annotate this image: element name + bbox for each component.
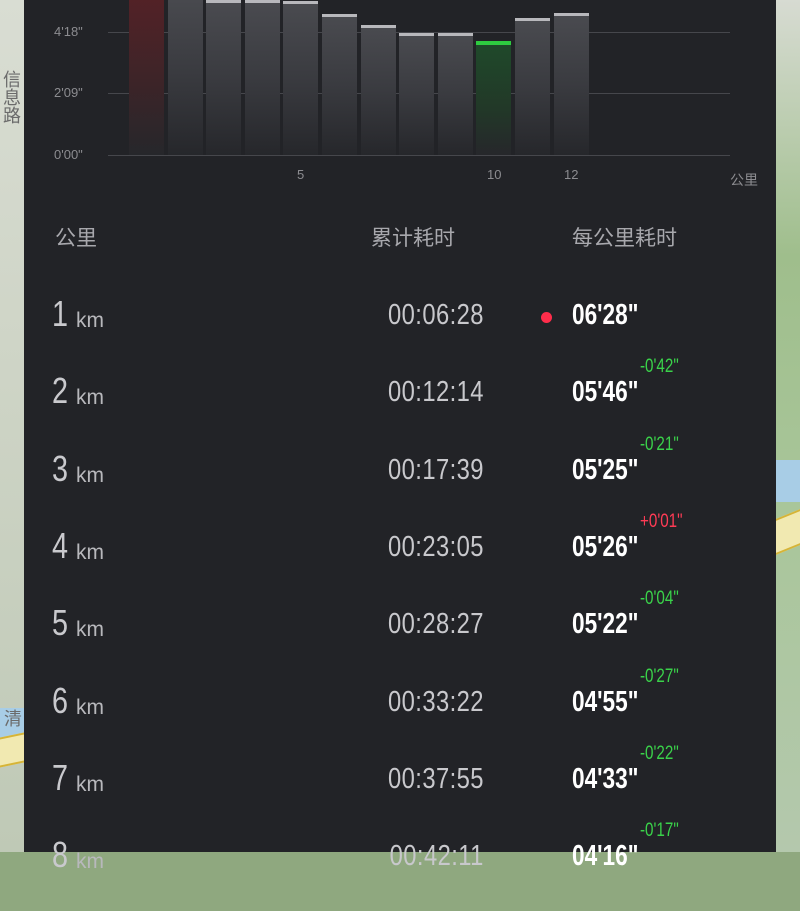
cumulative-time: 00:33:22: [388, 685, 484, 718]
pace-bar-cap: [515, 17, 550, 21]
pace-bar-km-10: [476, 40, 512, 155]
x-axis-unit: 公里: [730, 173, 758, 189]
km-unit: km: [76, 850, 104, 874]
x-axis-line: [108, 155, 730, 156]
cumulative-time: 00:42:11: [389, 840, 484, 873]
header-pace: 每公里耗时: [572, 226, 677, 250]
y-tick-label: 2'09": [54, 85, 83, 100]
slowest-indicator-dot: [541, 312, 552, 323]
pace-bar-cap: [283, 1, 319, 5]
km-pace: 05'46": [572, 376, 639, 409]
pace-bar-cap: [206, 0, 242, 4]
km-pace: 04'55": [572, 685, 639, 718]
pace-difference: -0'21": [640, 433, 679, 455]
km-pace: 05'26": [572, 530, 639, 563]
km-pace: 04'33": [572, 762, 639, 795]
pace-bar-cap: [399, 32, 435, 36]
pace-bar-km-3: [206, 0, 242, 155]
map-water-label: 清: [4, 709, 22, 730]
pace-bar-cap: [322, 14, 357, 18]
km-unit: km: [76, 540, 104, 564]
pace-difference: -0'22": [640, 742, 679, 764]
cumulative-time: 00:17:39: [388, 453, 484, 486]
map-right-strip: [776, 0, 800, 852]
pace-difference: -0'17": [640, 820, 679, 842]
km-number: 2: [52, 370, 69, 412]
pace-bar-cap: [437, 32, 473, 36]
x-tick-label: 5: [297, 167, 305, 182]
x-tick-label: 12: [564, 167, 579, 182]
pace-bar-km-8: [399, 32, 435, 155]
km-number: 1: [52, 293, 69, 334]
y-tick-label: 4'18": [54, 24, 83, 39]
pace-difference: -0'04": [640, 588, 679, 610]
pace-difference: -0'42": [640, 356, 679, 378]
km-unit: km: [76, 772, 104, 796]
cumulative-time: 00:06:28: [388, 299, 484, 331]
pace-bar-cap: [553, 12, 589, 16]
km-unit: km: [76, 695, 104, 719]
cumulative-time: 00:37:55: [388, 762, 484, 795]
km-pace: 06'28": [572, 299, 639, 331]
pace-bar-km-1: [129, 0, 164, 155]
pace-bar-km-11: [515, 17, 550, 155]
km-number: 4: [52, 524, 69, 566]
km-pace: 05'22": [572, 608, 639, 641]
pace-bar-chart: 4'18" 2'09" 0'00" 5 10 12 公里: [24, 0, 776, 200]
pace-bar-cap: [360, 24, 396, 28]
km-unit: km: [76, 309, 104, 332]
km-unit: km: [76, 618, 104, 642]
pace-difference: +0'01": [640, 510, 683, 532]
km-pace: 05'25": [572, 453, 639, 486]
pace-panel[interactable]: 4'18" 2'09" 0'00" 5 10 12 公里 公里 累计耗时 每公里…: [24, 0, 776, 875]
pace-bar-km-4: [244, 0, 280, 155]
pace-bar-cap: [244, 0, 280, 3]
cumulative-time: 00:28:27: [388, 608, 484, 641]
cumulative-time: 00:23:05: [388, 530, 484, 563]
km-unit: km: [76, 386, 104, 410]
pace-bar-km-2: [167, 0, 203, 155]
km-number: 7: [52, 756, 69, 798]
split-row[interactable]: 8 km 00:42:11 04'16" -0'17": [24, 820, 776, 911]
cumulative-time: 00:12:14: [388, 376, 484, 409]
pace-bar-km-9: [437, 32, 473, 155]
km-pace: 04'16": [572, 840, 639, 873]
pace-difference: -0'27": [640, 665, 679, 687]
km-number: 5: [52, 602, 69, 644]
km-number: 8: [52, 834, 69, 876]
y-tick-label: 0'00": [54, 147, 83, 162]
header-total-time: 累计耗时: [371, 226, 455, 250]
header-km: 公里: [55, 226, 97, 250]
km-number: 3: [52, 447, 69, 489]
pace-bar-cap: [476, 40, 512, 45]
map-water: [776, 460, 800, 502]
pace-bar-km-6: [322, 14, 357, 155]
km-number: 6: [52, 679, 69, 721]
pace-bar-km-5: [283, 1, 319, 155]
x-tick-label: 10: [487, 167, 502, 182]
km-unit: km: [76, 463, 104, 487]
map-road: [0, 732, 24, 768]
pace-bar-km-7: [360, 24, 396, 155]
pace-bar-km-12: [553, 12, 589, 155]
map-street-label: 信息路: [0, 70, 21, 124]
